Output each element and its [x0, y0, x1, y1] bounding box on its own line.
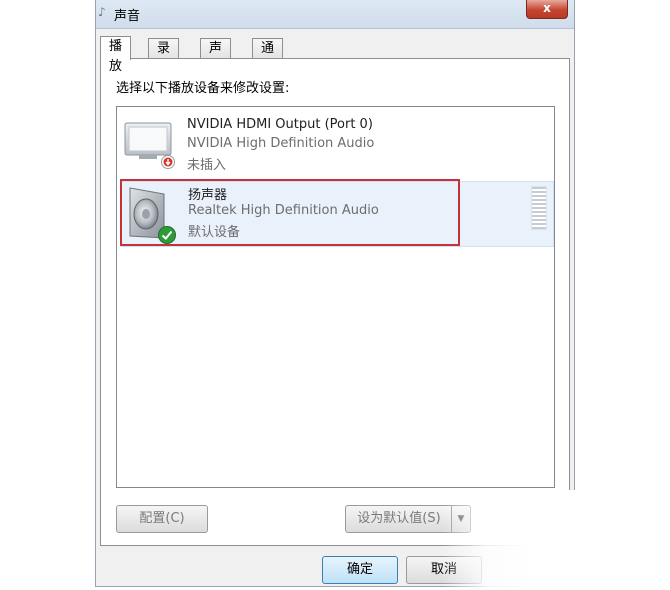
- device-name: NVIDIA HDMI Output (Port 0): [187, 117, 373, 132]
- default-device-check-icon: [158, 226, 176, 244]
- device-list[interactable]: NVIDIA HDMI Output (Port 0) NVIDIA High …: [116, 106, 555, 488]
- playback-panel: 选择以下播放设备来修改设置: NVIDIA HDMI Output (Port …: [100, 58, 570, 546]
- device-description: NVIDIA High Definition Audio: [187, 136, 375, 151]
- device-name: 扬声器: [188, 188, 228, 203]
- unplugged-status-icon: [161, 155, 175, 169]
- tab-sounds[interactable]: 声音: [200, 38, 232, 76]
- fade-overlay: [442, 490, 670, 590]
- tab-playback[interactable]: 播放: [100, 36, 132, 74]
- configure-button[interactable]: 配置(C): [116, 505, 208, 533]
- device-description: Realtek High Definition Audio: [188, 203, 379, 218]
- ok-button[interactable]: 确定: [322, 556, 398, 584]
- volume-level-meter: [531, 186, 547, 230]
- window-title: 声音: [114, 9, 141, 24]
- title-bar[interactable]: ♪ 声音 x: [96, 0, 574, 29]
- set-default-label: 设为默认值(S): [357, 511, 441, 526]
- tab-recording[interactable]: 录制: [148, 38, 180, 76]
- device-item-speaker[interactable]: 扬声器 Realtek High Definition Audio 默认设备: [120, 179, 554, 247]
- device-status: 未插入: [187, 158, 227, 173]
- close-button[interactable]: x: [526, 0, 568, 19]
- tab-communications[interactable]: 通信: [252, 38, 284, 76]
- speaker-app-icon: ♪: [98, 5, 106, 19]
- device-item-hdmi[interactable]: NVIDIA HDMI Output (Port 0) NVIDIA High …: [121, 115, 552, 179]
- device-status: 默认设备: [188, 225, 241, 240]
- instruction-text: 选择以下播放设备来修改设置:: [116, 81, 290, 96]
